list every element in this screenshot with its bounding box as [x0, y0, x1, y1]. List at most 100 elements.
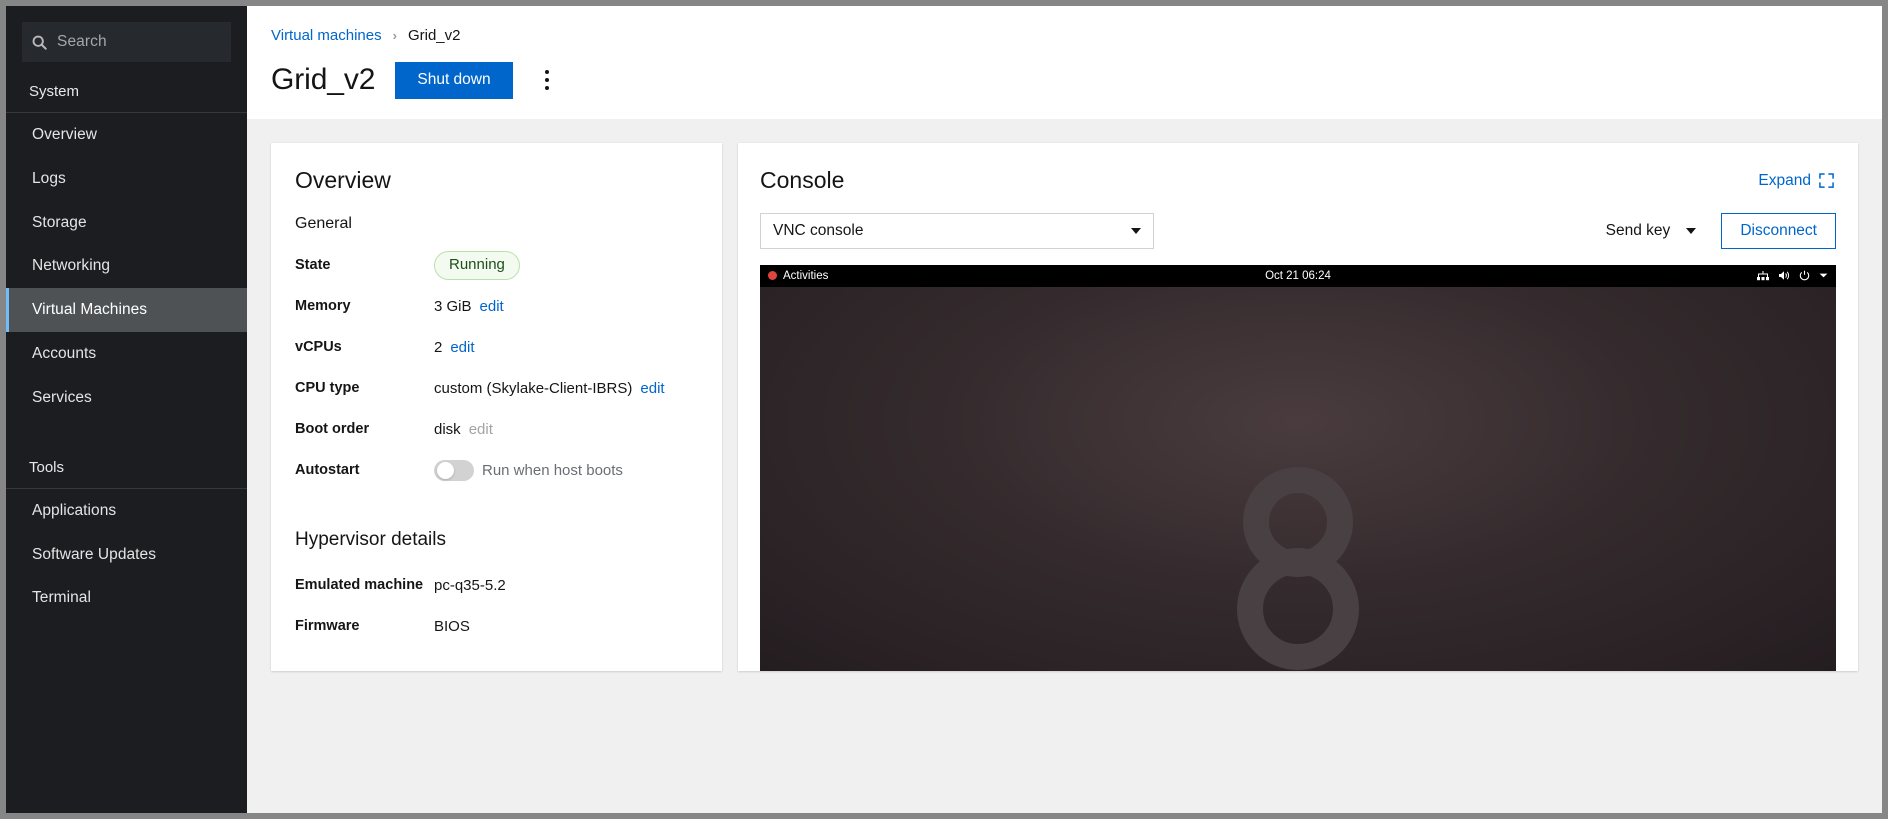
console-header: Console Expand — [760, 168, 1836, 193]
breadcrumb-current: Grid_v2 — [408, 27, 461, 44]
vnc-desktop[interactable] — [760, 287, 1836, 671]
search-placeholder: Search — [57, 33, 107, 51]
value-firmware: BIOS — [434, 618, 470, 635]
boot-order-value: disk — [434, 421, 461, 438]
label-firmware: Firmware — [295, 618, 434, 634]
sidebar-group-system: System — [6, 72, 247, 112]
hypervisor-definition-list: Emulated machine pc-q35-5.2 Firmware BIO… — [295, 565, 698, 647]
sidebar-search-wrap: Search — [6, 15, 247, 72]
vnc-tray — [1757, 270, 1828, 281]
label-boot-order: Boot order — [295, 421, 434, 437]
vcpus-value: 2 — [434, 339, 442, 356]
status-badge: Running — [434, 251, 520, 279]
power-icon — [1799, 270, 1810, 281]
label-memory: Memory — [295, 298, 434, 314]
breadcrumb-separator-icon: › — [393, 28, 397, 43]
sidebar-item-services[interactable]: Services — [6, 376, 247, 420]
sidebar: Search System Overview Logs Storage Netw… — [6, 6, 247, 813]
label-emulated-machine: Emulated machine — [295, 577, 434, 593]
edit-memory-link[interactable]: edit — [480, 298, 504, 315]
fedora-dot-icon — [768, 271, 777, 280]
console-actions: Send key Disconnect — [1593, 213, 1836, 249]
network-icon — [1757, 270, 1769, 281]
title-row: Grid_v2 Shut down — [247, 48, 1882, 119]
expand-icon — [1819, 173, 1834, 188]
breadcrumb-link-virtual-machines[interactable]: Virtual machines — [271, 27, 382, 44]
autostart-toggle-label: Run when host boots — [482, 462, 623, 479]
overview-card: Overview General State Running Memory 3 … — [271, 143, 722, 671]
console-controls: VNC console Send key Disconnect — [760, 213, 1836, 249]
label-cpu-type: CPU type — [295, 380, 434, 396]
row-emulated-machine: Emulated machine pc-q35-5.2 — [295, 565, 698, 606]
chevron-down-icon — [1131, 228, 1141, 234]
sidebar-item-software-updates[interactable]: Software Updates — [6, 533, 247, 577]
label-autostart: Autostart — [295, 462, 434, 478]
sidebar-item-accounts[interactable]: Accounts — [6, 332, 247, 376]
value-state: Running — [434, 251, 520, 279]
label-state: State — [295, 257, 434, 273]
search-icon — [32, 35, 47, 50]
activities-label: Activities — [783, 270, 828, 282]
chevron-down-icon — [1819, 272, 1828, 279]
row-boot-order: Boot order disk edit — [295, 409, 698, 450]
console-type-select[interactable]: VNC console — [760, 213, 1154, 249]
page-header: Virtual machines › Grid_v2 Grid_v2 Shut … — [247, 6, 1882, 119]
value-cpu-type: custom (Skylake-Client-IBRS) edit — [434, 380, 665, 397]
memory-value: 3 GiB — [434, 298, 472, 315]
hypervisor-details-heading: Hypervisor details — [295, 529, 698, 551]
sidebar-item-networking[interactable]: Networking — [6, 244, 247, 288]
send-key-dropdown[interactable]: Send key — [1593, 213, 1710, 249]
sidebar-item-virtual-machines[interactable]: Virtual Machines — [6, 288, 247, 332]
general-subheading: General — [295, 215, 698, 233]
value-vcpus: 2 edit — [434, 339, 475, 356]
sidebar-item-storage[interactable]: Storage — [6, 201, 247, 245]
console-card: Console Expand — [738, 143, 1858, 671]
toggle-knob — [437, 462, 454, 479]
autostart-toggle[interactable] — [434, 460, 474, 481]
sidebar-spacer — [6, 420, 247, 448]
activities-button[interactable]: Activities — [768, 270, 828, 282]
shut-down-button[interactable]: Shut down — [395, 62, 512, 99]
row-state: State Running — [295, 245, 698, 286]
kebab-menu-icon[interactable] — [533, 65, 561, 95]
search-input[interactable]: Search — [22, 22, 231, 62]
sidebar-item-overview[interactable]: Overview — [6, 113, 247, 157]
cockpit-window: Search System Overview Logs Storage Netw… — [0, 0, 1888, 819]
value-boot-order: disk edit — [434, 421, 493, 438]
edit-vcpus-link[interactable]: edit — [450, 339, 474, 356]
vnc-top-bar: Activities Oct 21 06:24 — [760, 265, 1836, 287]
sidebar-group-tools: Tools — [6, 448, 247, 488]
overview-heading: Overview — [295, 168, 698, 193]
expand-console-button[interactable]: Expand — [1758, 172, 1834, 190]
value-autostart: Run when host boots — [434, 460, 623, 481]
row-cpu-type: CPU type custom (Skylake-Client-IBRS) ed… — [295, 368, 698, 409]
label-vcpus: vCPUs — [295, 339, 434, 355]
row-autostart: Autostart Run when host boots — [295, 450, 698, 491]
fedora-logo-icon — [1223, 459, 1373, 671]
edit-boot-order-link: edit — [469, 421, 493, 438]
volume-icon — [1778, 270, 1790, 281]
vnc-clock: Oct 21 06:24 — [760, 270, 1836, 282]
main-region: Virtual machines › Grid_v2 Grid_v2 Shut … — [247, 6, 1882, 813]
vnc-screen[interactable]: Activities Oct 21 06:24 — [760, 265, 1836, 671]
chevron-down-icon — [1686, 228, 1696, 234]
edit-cpu-type-link[interactable]: edit — [640, 380, 664, 397]
value-emulated-machine: pc-q35-5.2 — [434, 577, 506, 594]
value-memory: 3 GiB edit — [434, 298, 504, 315]
disconnect-button[interactable]: Disconnect — [1721, 213, 1836, 249]
send-key-label: Send key — [1606, 222, 1671, 240]
console-heading: Console — [760, 168, 844, 193]
kebab-dot — [545, 78, 549, 82]
sidebar-item-logs[interactable]: Logs — [6, 157, 247, 201]
cpu-type-value: custom (Skylake-Client-IBRS) — [434, 380, 632, 397]
kebab-dot — [545, 70, 549, 74]
breadcrumb: Virtual machines › Grid_v2 — [247, 22, 1882, 48]
kebab-dot — [545, 86, 549, 90]
content-area: Overview General State Running Memory 3 … — [247, 119, 1882, 813]
row-firmware: Firmware BIOS — [295, 606, 698, 647]
sidebar-item-applications[interactable]: Applications — [6, 489, 247, 533]
row-memory: Memory 3 GiB edit — [295, 286, 698, 327]
page-title: Grid_v2 — [271, 65, 375, 95]
overview-definition-list: State Running Memory 3 GiB edit vCPU — [295, 245, 698, 491]
sidebar-item-terminal[interactable]: Terminal — [6, 576, 247, 620]
